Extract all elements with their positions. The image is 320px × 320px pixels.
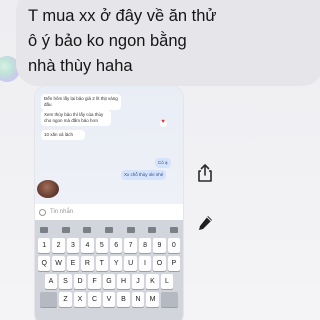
key[interactable]: S — [59, 274, 72, 289]
message-line-2: ô ý bảo ko ngon bằng — [28, 32, 187, 50]
message-line-1: T mua xx ở đây về ăn thử — [28, 7, 217, 25]
key[interactable]: 5 — [95, 238, 108, 253]
key[interactable]: 6 — [110, 238, 123, 253]
key[interactable]: W — [52, 256, 65, 271]
key[interactable]: 1 — [37, 238, 51, 253]
palette-icon[interactable] — [148, 227, 157, 233]
key[interactable]: D — [73, 274, 87, 289]
mic-icon[interactable] — [169, 227, 178, 233]
attached-screenshot[interactable]: Đến hôm lấy lại bảo giá 2 lít thịt vàng … — [35, 86, 183, 320]
grid-icon[interactable] — [40, 227, 48, 233]
share-icon[interactable] — [194, 162, 216, 184]
emoji-icon[interactable] — [39, 208, 46, 216]
key[interactable]: Z — [59, 292, 72, 307]
key[interactable]: B — [117, 292, 130, 307]
chat-message: 10 xăn xả lách — [41, 130, 85, 140]
key[interactable]: G — [102, 274, 116, 289]
key[interactable]: H — [117, 274, 130, 289]
heart-reaction-icon — [160, 119, 167, 127]
key[interactable]: U — [124, 256, 137, 271]
key[interactable]: X — [73, 292, 87, 307]
composer-placeholder: Tin nhắn — [50, 209, 74, 215]
message-bubble: T mua xx ở đây về ăn thử ô ý bảo ko ngon… — [16, 0, 320, 86]
key[interactable]: M — [146, 292, 159, 307]
key-row-numbers: 1 2 3 4 5 6 7 8 9 0 — [37, 238, 181, 253]
chat-message: Có ạ — [155, 158, 171, 168]
key[interactable]: 0 — [167, 238, 181, 253]
key-row-qwerty: Q W E R T Y U I O P — [37, 256, 181, 271]
avatar — [37, 180, 59, 198]
chat-message: Xx chỗ thùy oki nhé — [121, 170, 167, 180]
key[interactable]: 8 — [138, 238, 152, 253]
key[interactable]: Q — [37, 256, 51, 271]
edit-icon[interactable] — [194, 212, 216, 234]
settings-icon[interactable] — [104, 227, 113, 233]
key[interactable]: 4 — [81, 238, 94, 253]
key[interactable]: J — [131, 274, 145, 289]
key[interactable]: O — [153, 256, 166, 271]
key[interactable]: 9 — [153, 238, 166, 253]
message-composer[interactable]: Tin nhắn — [35, 204, 183, 220]
key[interactable]: F — [88, 274, 101, 289]
key[interactable]: R — [81, 256, 94, 271]
key[interactable]: E — [66, 256, 80, 271]
chat-area: Đến hôm lấy lại bảo giá 2 lít thịt vàng … — [35, 86, 183, 204]
shift-key[interactable] — [40, 292, 58, 307]
key[interactable]: L — [160, 274, 174, 289]
chat-message: Đến hôm lấy lại bảo giá 2 lít thịt vàng … — [41, 94, 121, 110]
chat-message: Xem thùy bảo thì lấy của thùy cho ngon m… — [41, 110, 111, 126]
key[interactable]: P — [167, 256, 181, 271]
backspace-key[interactable] — [160, 292, 178, 307]
key[interactable]: Y — [110, 256, 123, 271]
key[interactable]: C — [88, 292, 101, 307]
key[interactable]: N — [131, 292, 145, 307]
key[interactable]: A — [44, 274, 58, 289]
message-line-3: nhà thùy haha — [28, 57, 133, 75]
key[interactable]: 3 — [66, 238, 80, 253]
keyboard[interactable]: 1 2 3 4 5 6 7 8 9 0 Q W E R T Y U I O P … — [35, 220, 183, 320]
gif-icon[interactable] — [83, 227, 92, 233]
key[interactable]: 7 — [124, 238, 137, 253]
key[interactable]: K — [146, 274, 159, 289]
key[interactable]: T — [95, 256, 108, 271]
key-row-zxcv: Z X C V B N M — [38, 292, 180, 307]
key[interactable]: 2 — [52, 238, 65, 253]
sticker-icon[interactable] — [61, 227, 70, 233]
key[interactable]: I — [138, 256, 152, 271]
key-row-asdf: A S D F G H J K L — [38, 274, 180, 289]
key[interactable]: V — [102, 292, 116, 307]
keyboard-toolbar — [38, 224, 180, 236]
translate-icon[interactable] — [126, 227, 135, 233]
